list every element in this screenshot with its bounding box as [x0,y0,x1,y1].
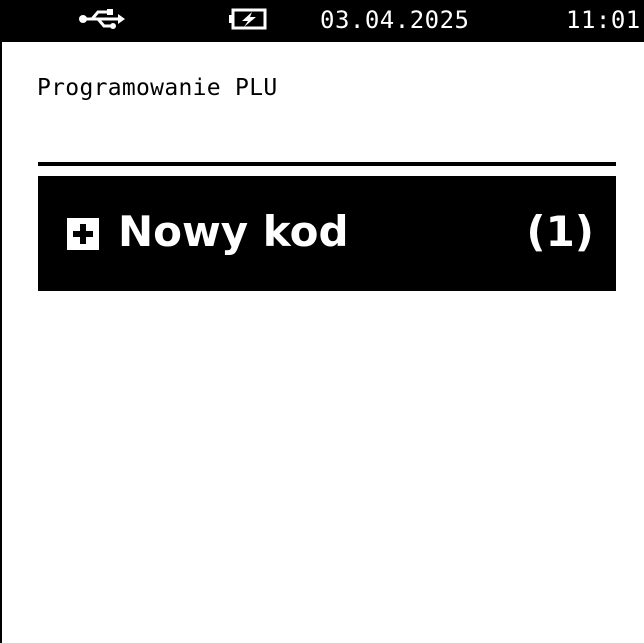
plus-box-icon [67,218,99,250]
menu-item-label: Nowy kod [118,207,349,256]
menu-item-shortcut: (1) [526,207,594,256]
page-title: Programowanie PLU [37,75,278,101]
screen-edge [0,0,2,643]
title-divider [38,162,616,166]
battery-charging-icon [229,8,267,30]
status-time: 11:01 [566,6,641,34]
status-date: 03.04.2025 [320,6,470,34]
menu-item-new-code[interactable]: Nowy kod (1) [38,176,616,291]
device-screen: 03.04.2025 11:01 Programowanie PLU Nowy … [0,0,644,643]
status-bar: 03.04.2025 11:01 [0,0,644,42]
usb-icon [79,9,125,29]
